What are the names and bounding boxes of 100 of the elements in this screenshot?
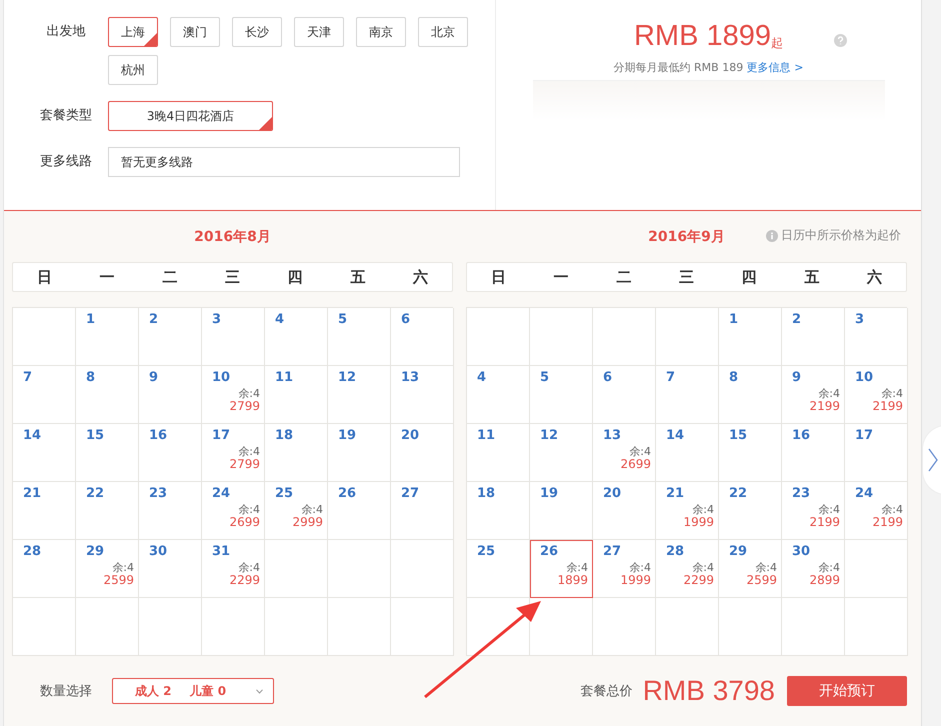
weekday-label: 日 [490,268,507,286]
date-cell[interactable]: 23 余:4 2199 [782,482,845,540]
date-cell[interactable]: 1 [719,308,782,366]
date-cell[interactable]: 12 [328,366,391,424]
date-cell[interactable]: 24 余:4 2699 [202,482,265,540]
day-number: 7 [23,370,32,385]
origin-option[interactable]: 北京 [418,17,468,47]
date-cell[interactable]: 13 [391,366,454,424]
date-cell[interactable]: 4 [265,308,328,366]
date-cell[interactable]: 18 [467,482,530,540]
day-number: 17 [212,428,230,443]
date-cell[interactable]: 5 [328,308,391,366]
date-cell[interactable]: 11 [265,366,328,424]
day-number: 25 [275,486,294,501]
date-cell[interactable]: 1 [76,308,139,366]
origin-option[interactable]: 天津 [294,17,344,47]
date-cell[interactable]: 8 [719,366,782,424]
date-cell[interactable]: 16 [782,424,845,482]
date-cell[interactable]: 26 余:4 1899 [530,540,593,598]
date-cell[interactable]: 5 [530,366,593,424]
date-cell[interactable]: 29 余:4 2599 [719,540,782,598]
date-cell[interactable]: 22 [76,482,139,540]
date-cell[interactable]: 27 [391,482,454,540]
date-cell[interactable]: 16 [139,424,202,482]
date-cell[interactable]: 9 [139,366,202,424]
day-number: 23 [792,486,810,501]
date-cell[interactable]: 6 [391,308,454,366]
date-cell[interactable]: 9 余:4 2199 [782,366,845,424]
date-price: 2299 [229,574,260,587]
day-number: 6 [401,312,410,327]
date-cell[interactable]: 13 余:4 2699 [593,424,656,482]
origin-option[interactable]: 南京 [356,17,406,47]
book-button[interactable]: 开始预订 [787,676,907,706]
date-cell[interactable]: 23 [139,482,202,540]
date-cell[interactable]: 27 余:4 1999 [593,540,656,598]
date-cell[interactable]: 10 余:4 2799 [202,366,265,424]
day-number: 10 [212,370,230,385]
origin-option[interactable]: 澳门 [170,17,220,47]
date-cell[interactable]: 25 余:4 2999 [265,482,328,540]
empty-date-cell [328,540,391,598]
date-cell[interactable]: 15 [76,424,139,482]
date-cell[interactable]: 26 [328,482,391,540]
date-cell[interactable]: 18 [265,424,328,482]
weekday-label: 一 [98,268,116,286]
date-cell[interactable]: 6 [593,366,656,424]
date-cell[interactable]: 14 [656,424,719,482]
origin-option[interactable]: 杭州 [108,55,158,85]
day-number: 13 [603,428,622,443]
quantity-dropdown[interactable]: 成人 2 儿童 0 [112,678,274,704]
date-cell[interactable]: 19 [328,424,391,482]
more-routes-field[interactable]: 暂无更多线路 [108,147,460,177]
date-cell[interactable]: 17 余:4 2799 [202,424,265,482]
date-cell[interactable]: 20 [593,482,656,540]
date-cell[interactable]: 7 [656,366,719,424]
package-option[interactable]: 3晚4日四花酒店 [108,101,273,131]
installment-text: 分期每月最低约 RMB 189 [614,61,744,74]
day-number: 24 [855,486,874,501]
date-cell[interactable]: 2 [139,308,202,366]
weekday-label: 三 [224,268,241,286]
weekday-label: 一 [552,268,570,286]
date-cell[interactable]: 10 余:4 2199 [845,366,908,424]
date-cell[interactable]: 24 余:4 2199 [845,482,908,540]
remaining-count: 余:4 [238,387,260,400]
date-cell[interactable]: 8 [76,366,139,424]
date-cell[interactable]: 15 [719,424,782,482]
date-cell[interactable]: 20 [391,424,454,482]
date-cell[interactable]: 4 [467,366,530,424]
date-cell[interactable]: 30 [139,540,202,598]
more-info-link[interactable]: 更多信息 > [746,61,804,74]
date-cell[interactable]: 22 [719,482,782,540]
date-cell[interactable]: 21 余:4 1999 [656,482,719,540]
date-cell[interactable]: 28 [13,540,76,598]
origin-option[interactable]: 上海 [108,17,158,47]
date-cell[interactable]: 12 [530,424,593,482]
date-cell[interactable]: 14 [13,424,76,482]
date-price: 2699 [620,458,651,471]
day-number: 14 [23,428,42,443]
day-number: 11 [275,370,294,385]
date-cell[interactable]: 28 余:4 2299 [656,540,719,598]
date-cell[interactable]: 11 [467,424,530,482]
date-cell[interactable]: 19 [530,482,593,540]
help-icon[interactable] [834,34,847,47]
more-routes-label: 更多线路 [39,153,93,171]
day-number: 9 [149,370,158,385]
date-cell[interactable]: 31 余:4 2299 [202,540,265,598]
date-cell[interactable]: 3 [202,308,265,366]
date-cell[interactable]: 3 [845,308,908,366]
date-cell[interactable]: 29 余:4 2599 [76,540,139,598]
origin-label: 出发地 [46,23,86,41]
day-number: 6 [603,370,612,385]
weekday-label: 五 [349,268,366,286]
date-cell[interactable]: 2 [782,308,845,366]
origin-option[interactable]: 长沙 [232,17,282,47]
date-cell[interactable]: 7 [13,366,76,424]
month-title: 2016年8月 [194,228,271,246]
date-cell[interactable]: 21 [13,482,76,540]
package-type-label: 套餐类型 [39,107,93,125]
date-cell[interactable]: 25 [467,540,530,598]
date-cell[interactable]: 30 余:4 2899 [782,540,845,598]
date-cell[interactable]: 17 [845,424,908,482]
